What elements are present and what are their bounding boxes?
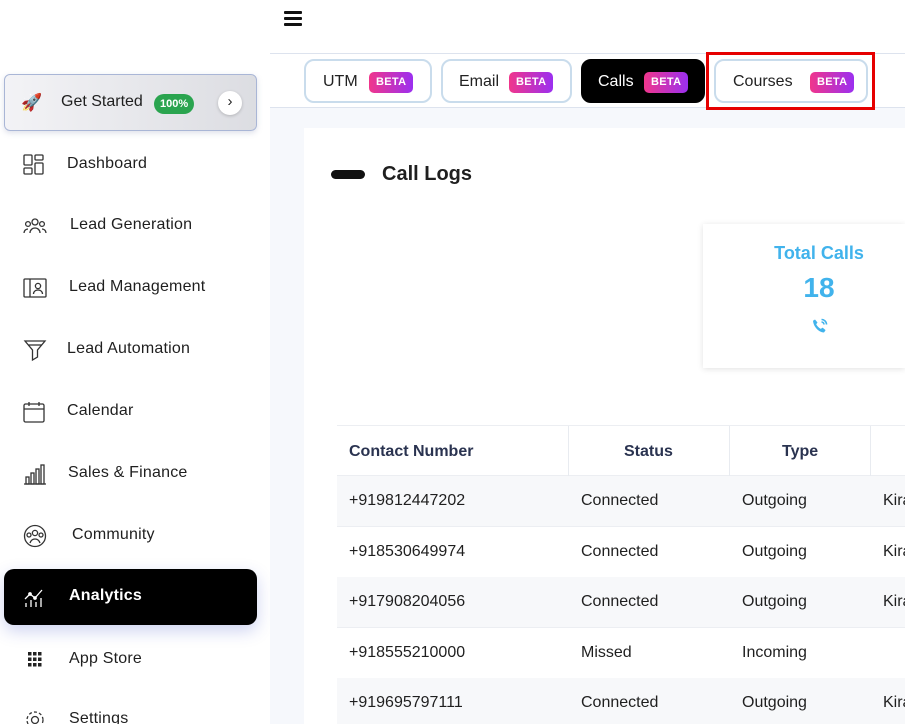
table-header: Contact Number Status Type bbox=[337, 425, 905, 477]
column-header-contact-number[interactable]: Contact Number bbox=[349, 443, 473, 461]
tab-label: Calls bbox=[598, 73, 634, 90]
beta-badge: BETA bbox=[509, 72, 554, 93]
apps-grid-icon bbox=[28, 652, 42, 667]
community-icon bbox=[23, 524, 47, 548]
contact-number: +919695797111 bbox=[349, 694, 463, 711]
table-row[interactable]: +917908204056 Connected Outgoing Kira bbox=[337, 577, 905, 628]
tab-calls[interactable]: Calls BETA bbox=[581, 59, 705, 103]
sidebar-item-calendar[interactable]: Calendar bbox=[4, 384, 257, 440]
column-header-status[interactable]: Status bbox=[624, 443, 673, 461]
call-status: Connected bbox=[581, 694, 659, 711]
column-divider bbox=[568, 426, 569, 477]
contact-number: +918555210000 bbox=[349, 644, 466, 661]
sidebar-item-label: Settings bbox=[69, 710, 129, 724]
highlight-box bbox=[706, 52, 875, 110]
agent-name: Kira bbox=[883, 694, 905, 711]
progress-badge: 100% bbox=[154, 94, 195, 114]
tab-label: UTM bbox=[323, 73, 358, 90]
hamburger-menu-icon[interactable] bbox=[283, 9, 305, 27]
sidebar-item-dashboard[interactable]: Dashboard bbox=[4, 137, 257, 193]
chevron-right-icon[interactable]: › bbox=[218, 91, 242, 115]
agent-name: Kira bbox=[883, 593, 905, 610]
table-row[interactable]: +918530649974 Connected Outgoing Kira bbox=[337, 527, 905, 578]
sidebar-item-app-store[interactable]: App Store bbox=[4, 632, 257, 688]
funnel-icon bbox=[23, 340, 47, 362]
calendar-icon bbox=[23, 402, 45, 423]
sidebar-item-settings[interactable]: Settings bbox=[4, 692, 257, 724]
column-header-type[interactable]: Type bbox=[782, 443, 818, 461]
card-title: Call Logs bbox=[382, 163, 473, 185]
bar-chart-icon bbox=[24, 464, 46, 485]
call-type: Outgoing bbox=[742, 694, 807, 711]
sidebar-item-lead-management[interactable]: Lead Management bbox=[4, 260, 257, 316]
tab-utm[interactable]: UTM BETA bbox=[304, 59, 432, 103]
get-started-button[interactable]: 🚀 Get Started 100% › bbox=[4, 74, 257, 131]
title-accent-bar bbox=[331, 170, 365, 179]
rocket-icon: 🚀 bbox=[21, 93, 43, 112]
call-status: Connected bbox=[581, 543, 659, 560]
contact-number: +918530649974 bbox=[349, 543, 466, 560]
contact-number: +919812447202 bbox=[349, 492, 466, 509]
sidebar: 🚀 Get Started 100% › Dashboard Lead Gene… bbox=[0, 0, 270, 724]
sidebar-item-label: Dashboard bbox=[67, 155, 148, 172]
sidebar-item-label: Lead Management bbox=[69, 278, 206, 295]
sidebar-item-label: Lead Generation bbox=[70, 216, 193, 233]
sidebar-item-lead-generation[interactable]: Lead Generation bbox=[4, 198, 257, 254]
tab-label: Email bbox=[459, 73, 500, 90]
call-type: Outgoing bbox=[742, 593, 807, 610]
sidebar-item-community[interactable]: Community bbox=[4, 508, 257, 564]
tab-email[interactable]: Email BETA bbox=[441, 59, 572, 103]
table-row[interactable]: +918555210000 Missed Incoming bbox=[337, 628, 905, 679]
agent-name: Kira bbox=[883, 492, 905, 509]
call-logs-table: Contact Number Status Type +919812447202… bbox=[337, 425, 905, 724]
table-row[interactable]: +919695797111 Connected Outgoing Kira bbox=[337, 678, 905, 724]
column-divider bbox=[729, 426, 730, 477]
call-status: Missed bbox=[581, 644, 632, 661]
sidebar-item-sales-finance[interactable]: Sales & Finance bbox=[4, 446, 257, 502]
sidebar-item-label: Analytics bbox=[69, 587, 142, 604]
sidebar-item-lead-automation[interactable]: Lead Automation bbox=[4, 322, 257, 378]
call-type: Outgoing bbox=[742, 492, 807, 509]
users-group-icon bbox=[23, 218, 47, 234]
sidebar-item-label: Lead Automation bbox=[67, 340, 191, 357]
contact-number: +917908204056 bbox=[349, 593, 466, 610]
column-divider bbox=[870, 426, 871, 477]
get-started-label: Get Started bbox=[61, 93, 143, 110]
contact-card-icon bbox=[23, 278, 47, 298]
agent-name: Kira bbox=[883, 543, 905, 560]
gear-icon bbox=[26, 711, 44, 724]
phone-icon bbox=[813, 318, 828, 333]
sidebar-item-label: App Store bbox=[69, 650, 142, 667]
table-row[interactable]: +919812447202 Connected Outgoing Kira bbox=[337, 476, 905, 527]
dashboard-icon bbox=[23, 154, 44, 175]
beta-badge: BETA bbox=[644, 72, 689, 93]
call-status: Connected bbox=[581, 492, 659, 509]
call-status: Connected bbox=[581, 593, 659, 610]
total-calls-stat: Total Calls 18 bbox=[703, 224, 905, 368]
call-type: Incoming bbox=[742, 644, 807, 661]
analytics-icon bbox=[24, 589, 43, 607]
app-root: 🚀 Get Started 100% › Dashboard Lead Gene… bbox=[0, 0, 905, 724]
sidebar-item-label: Community bbox=[72, 526, 155, 543]
stat-value: 18 bbox=[803, 272, 835, 303]
call-type: Outgoing bbox=[742, 543, 807, 560]
stat-label: Total Calls bbox=[774, 243, 864, 263]
beta-badge: BETA bbox=[369, 72, 414, 93]
sidebar-item-label: Sales & Finance bbox=[68, 464, 188, 481]
sidebar-item-label: Calendar bbox=[67, 402, 134, 419]
sidebar-item-analytics[interactable]: Analytics bbox=[4, 569, 257, 625]
